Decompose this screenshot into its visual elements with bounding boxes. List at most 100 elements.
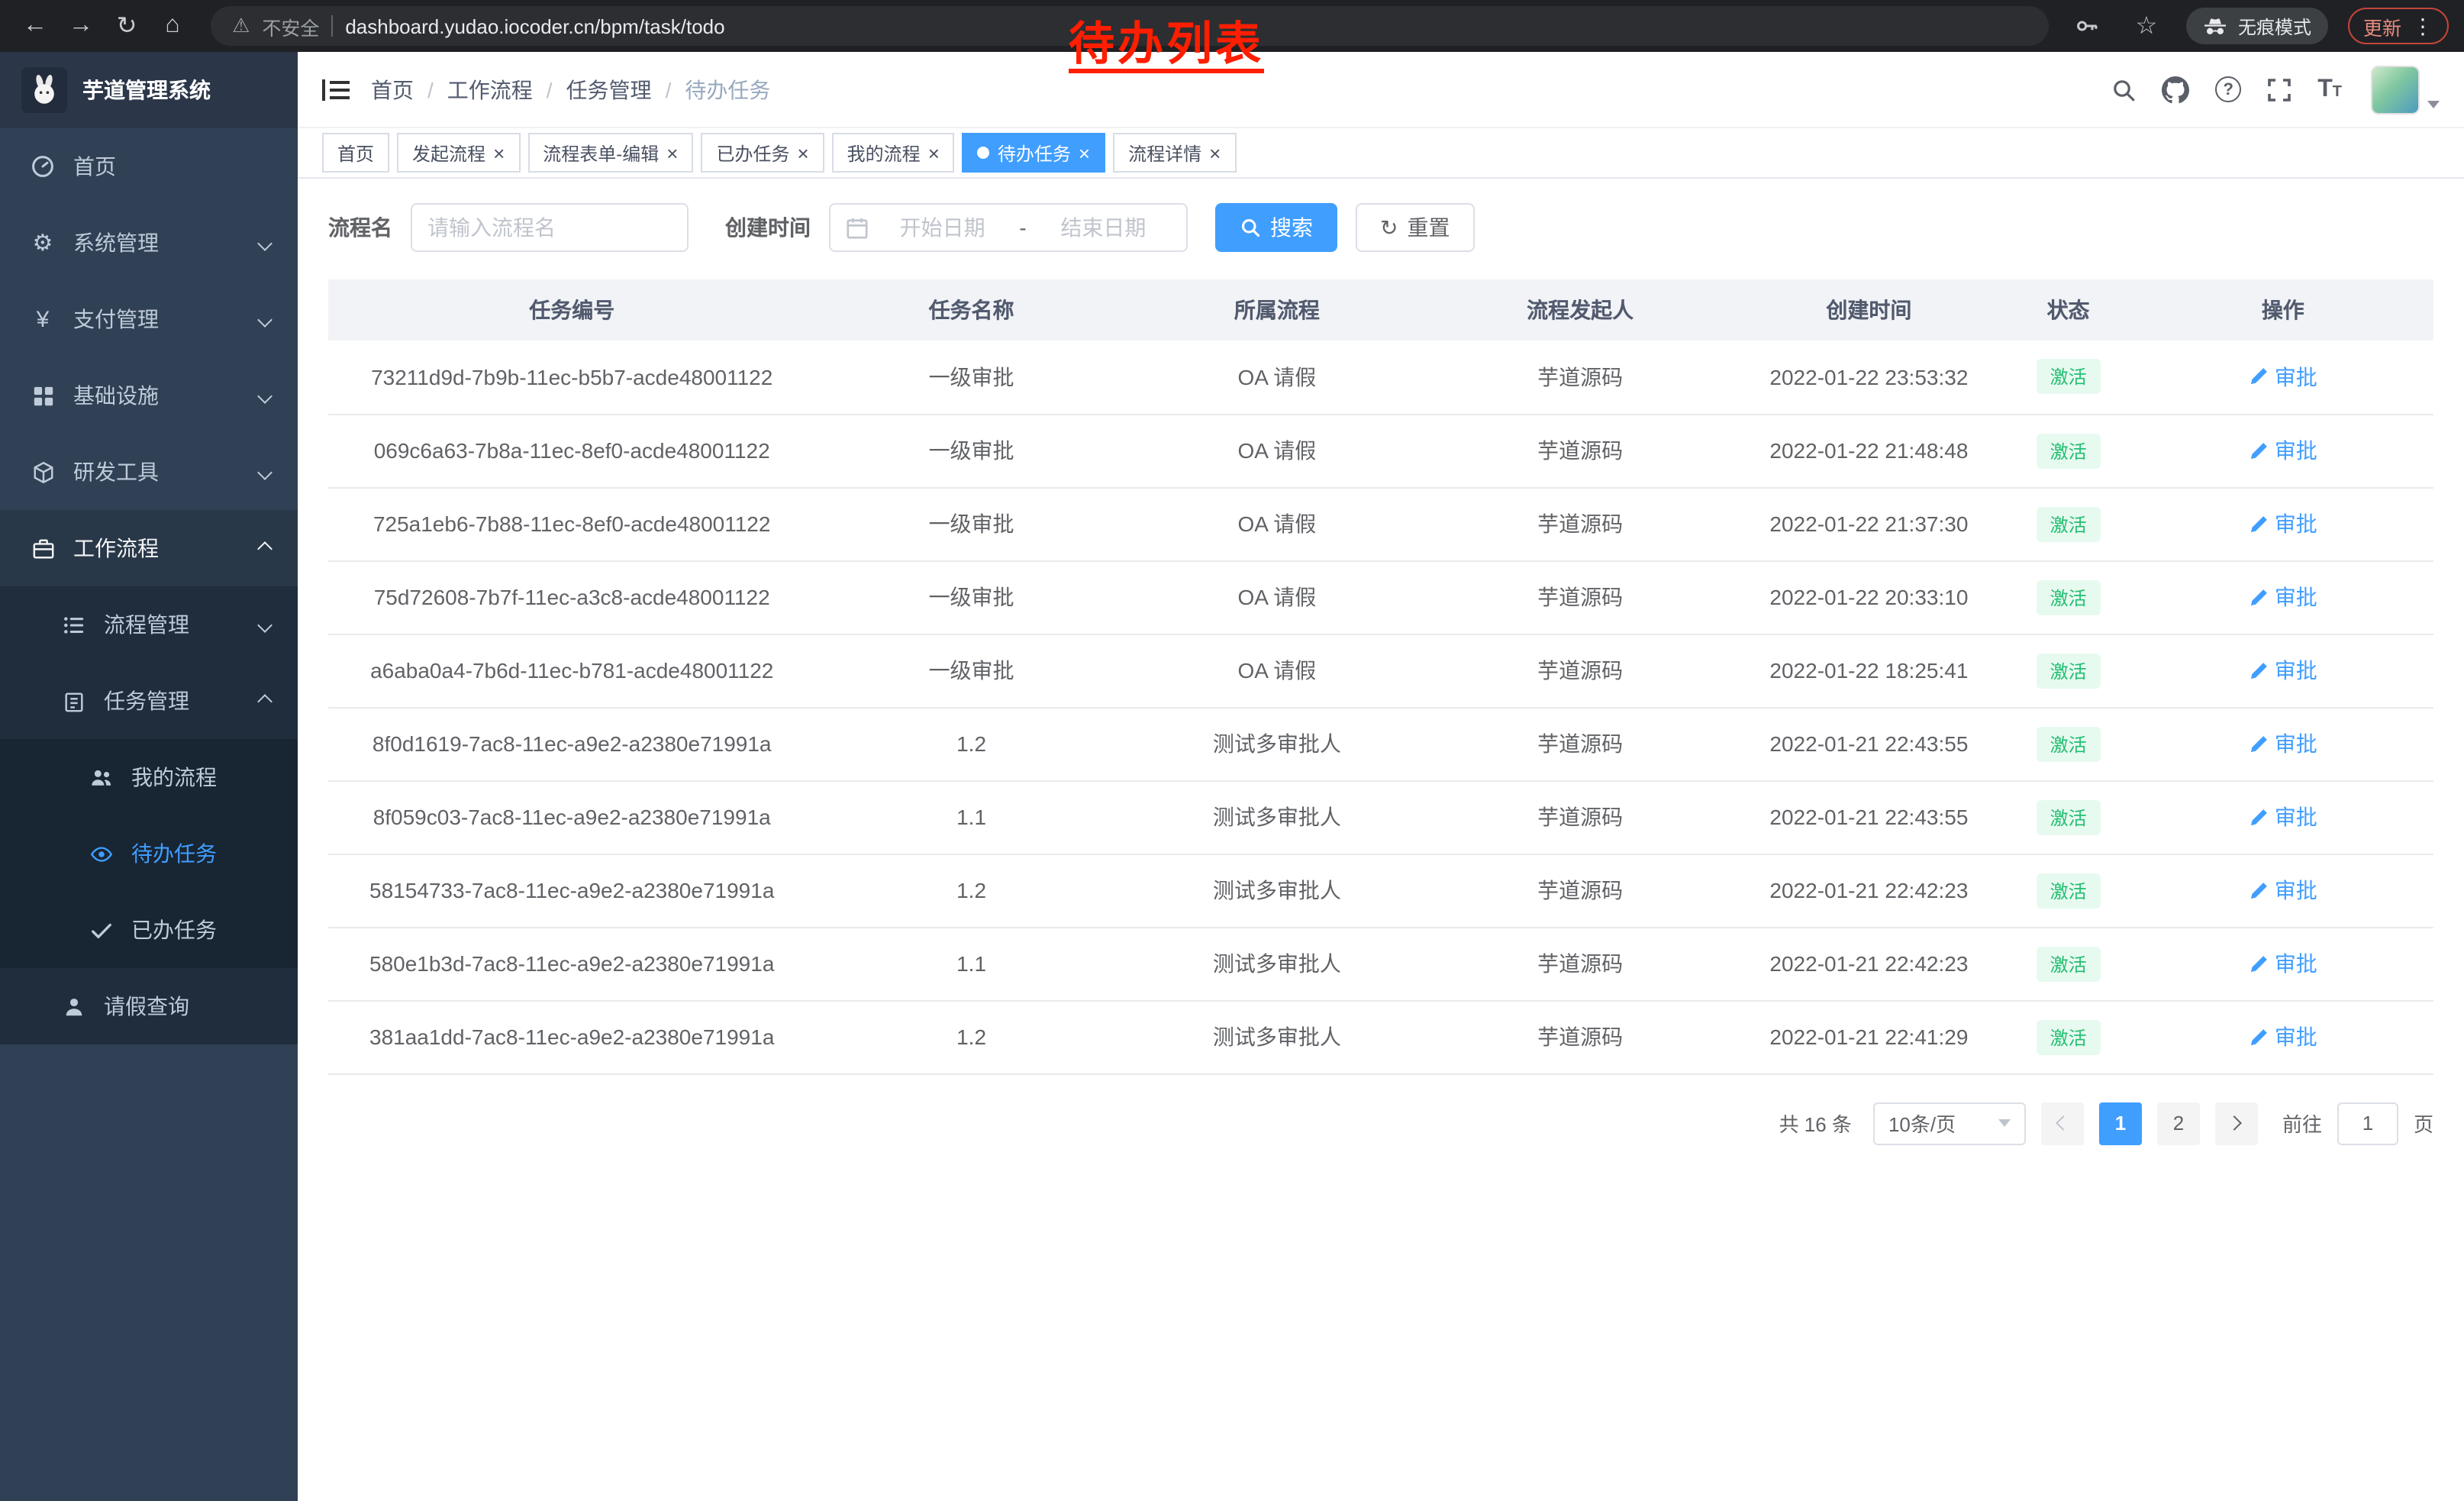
close-icon[interactable]: × [1079, 143, 1090, 163]
chevron-down-icon [257, 388, 273, 403]
tab-home[interactable]: 首页 [322, 133, 389, 173]
date-range-picker[interactable]: 开始日期 - 结束日期 [829, 203, 1188, 252]
tab-process-detail[interactable]: 流程详情 × [1113, 133, 1236, 173]
status-badge: 激活 [2037, 653, 2101, 688]
breadcrumb-item[interactable]: 任务管理 [566, 74, 652, 105]
approve-link[interactable]: 审批 [2249, 582, 2317, 612]
refresh-icon[interactable]: ↻ [107, 6, 147, 46]
sidebar-item-label: 待办任务 [131, 838, 217, 869]
approve-link[interactable]: 审批 [2249, 802, 2317, 832]
approve-link[interactable]: 审批 [2249, 728, 2317, 759]
close-icon[interactable]: × [797, 143, 808, 163]
sidebar-item-todo-tasks[interactable]: 待办任务 [0, 815, 298, 892]
approve-link[interactable]: 审批 [2249, 1022, 2317, 1052]
tab-form-edit[interactable]: 流程表单-编辑 × [527, 133, 693, 173]
task-name: 一级审批 [929, 658, 1014, 683]
approve-link[interactable]: 审批 [2249, 508, 2317, 539]
next-page-button[interactable] [2215, 1102, 2258, 1144]
create-time: 2022-01-22 20:33:10 [1769, 585, 1968, 609]
fullscreen-icon[interactable] [2267, 77, 2291, 102]
sidebar: 芋道管理系统 首页 ⚙ 系统管理 ¥ 支付管理 [0, 52, 298, 1501]
home-icon[interactable]: ⌂ [153, 6, 192, 46]
page-content: 流程名 创建时间 开始日期 - 结束日期 [298, 179, 2464, 1501]
process-name-input[interactable] [427, 215, 672, 240]
font-size-icon[interactable]: TT [2317, 77, 2342, 102]
total-count: 共 16 条 [1779, 1109, 1852, 1138]
yen-icon: ¥ [31, 307, 55, 331]
end-date-placeholder[interactable]: 结束日期 [1036, 212, 1171, 243]
sidebar-item-home[interactable]: 首页 [0, 128, 298, 205]
breadcrumb-item[interactable]: 工作流程 [447, 74, 533, 105]
approve-link[interactable]: 审批 [2249, 948, 2317, 979]
github-icon[interactable] [2162, 76, 2189, 103]
create-time: 2022-01-21 22:42:23 [1769, 878, 1968, 902]
approve-link[interactable]: 审批 [2249, 875, 2317, 905]
task-name: 一级审批 [929, 585, 1014, 609]
sidebar-item-my-process[interactable]: 我的流程 [0, 739, 298, 815]
approve-link[interactable]: 审批 [2249, 362, 2317, 392]
breadcrumb-item[interactable]: 首页 [371, 74, 414, 105]
task-name: 1.2 [956, 731, 986, 756]
table-row: 580e1b3d-7ac8-11ec-a9e2-a2380e71991a 1.1… [328, 927, 2433, 1000]
create-time: 2022-01-21 22:42:23 [1769, 951, 1968, 976]
security-label[interactable]: 不安全 [262, 11, 319, 40]
close-icon[interactable]: × [493, 143, 505, 163]
sidebar-fold-icon[interactable] [322, 77, 350, 102]
omnibox-divider [331, 15, 333, 37]
forward-icon[interactable]: → [61, 6, 101, 46]
goto-page-input[interactable] [2337, 1102, 2398, 1144]
sidebar-item-workflow[interactable]: 工作流程 [0, 510, 298, 586]
table-row: 75d72608-7b7f-11ec-a3c8-acde48001122 一级审… [328, 560, 2433, 634]
search-button[interactable]: 搜索 [1215, 203, 1337, 252]
edit-pen-icon [2249, 1027, 2269, 1047]
update-button[interactable]: 更新 ⋮ [2348, 8, 2449, 44]
page-button-2[interactable]: 2 [2157, 1102, 2200, 1144]
table-row: 725a1eb6-7b88-11ec-8ef0-acde48001122 一级审… [328, 487, 2433, 560]
close-icon[interactable]: × [928, 143, 940, 163]
sidebar-item-process-management[interactable]: 流程管理 [0, 586, 298, 663]
sidebar-item-leave-query[interactable]: 请假查询 [0, 968, 298, 1044]
process-name-field[interactable] [411, 203, 689, 252]
reset-button[interactable]: ↻ 重置 [1356, 203, 1474, 252]
start-date-placeholder[interactable]: 开始日期 [875, 212, 1010, 243]
tab-my-process[interactable]: 我的流程 × [832, 133, 955, 173]
page-button-1[interactable]: 1 [2099, 1102, 2142, 1144]
table-row: 381aa1dd-7ac8-11ec-a9e2-a2380e71991a 1.2… [328, 1000, 2433, 1073]
incognito-badge: 无痕模式 [2186, 8, 2328, 44]
browser-menu-icon[interactable]: ⋮ [2412, 13, 2433, 39]
pagination: 共 16 条 10条/页 1 2 前往 页 [328, 1102, 2433, 1144]
back-icon[interactable]: ← [15, 6, 55, 46]
key-icon[interactable] [2067, 6, 2107, 46]
sidebar-item-devtools[interactable]: 研发工具 [0, 434, 298, 510]
initiator: 芋道源码 [1537, 805, 1623, 829]
process-name: 测试多审批人 [1213, 731, 1341, 756]
update-label[interactable]: 更新 [2363, 11, 2401, 40]
tab-todo-tasks[interactable]: 待办任务 × [963, 133, 1105, 173]
prev-page-button[interactable] [2041, 1102, 2084, 1144]
url-text[interactable]: dashboard.yudao.iocoder.cn/bpm/task/todo [345, 15, 724, 37]
bookmark-star-icon[interactable]: ☆ [2127, 6, 2166, 46]
sidebar-item-payment[interactable]: ¥ 支付管理 [0, 281, 298, 357]
navbar-actions: ? TT [2111, 65, 2440, 114]
help-icon[interactable]: ? [2215, 76, 2241, 102]
approve-link[interactable]: 审批 [2249, 435, 2317, 466]
tab-start-process[interactable]: 发起流程 × [397, 133, 520, 173]
close-icon[interactable]: × [666, 143, 678, 163]
approve-link[interactable]: 审批 [2249, 655, 2317, 686]
warning-icon: ⚠ [232, 14, 250, 38]
edit-pen-icon [2249, 807, 2269, 827]
sidebar-item-task-management[interactable]: 任务管理 [0, 663, 298, 739]
sidebar-item-done-tasks[interactable]: 已办任务 [0, 892, 298, 968]
sidebar-item-infrastructure[interactable]: 基础设施 [0, 357, 298, 434]
user-menu[interactable] [2371, 65, 2440, 114]
close-icon[interactable]: × [1209, 143, 1221, 163]
initiator: 芋道源码 [1537, 658, 1623, 683]
avatar[interactable] [2371, 65, 2420, 114]
process-name: OA 请假 [1238, 438, 1317, 463]
create-time: 2022-01-22 21:37:30 [1769, 512, 1968, 536]
page-size-select[interactable]: 10条/页 [1873, 1102, 2026, 1144]
sidebar-item-system[interactable]: ⚙ 系统管理 [0, 205, 298, 281]
search-icon[interactable] [2111, 77, 2136, 102]
app-logo-row[interactable]: 芋道管理系统 [0, 52, 298, 128]
tab-done-tasks[interactable]: 已办任务 × [701, 133, 824, 173]
